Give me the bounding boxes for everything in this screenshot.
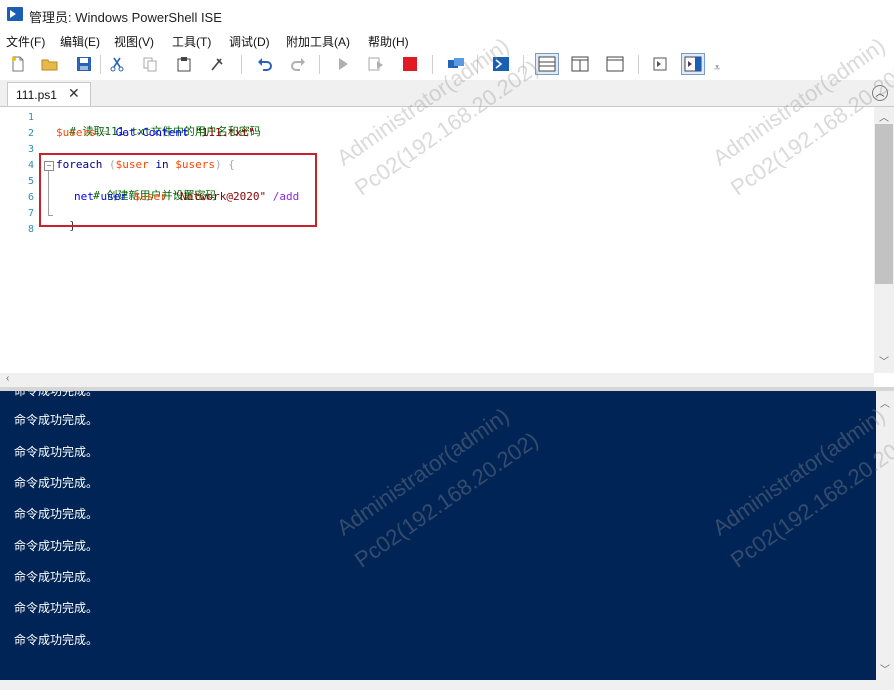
menu-bar: 文件(F) 编辑(E) 视图(V) 工具(T) 调试(D) 附加工具(A) 帮助… xyxy=(0,30,894,50)
menu-addons[interactable]: 附加工具(A) xyxy=(286,33,350,50)
powershell-app-icon xyxy=(7,7,23,21)
editor-scroll-thumb[interactable] xyxy=(875,124,893,284)
scroll-left-icon[interactable]: ‹ xyxy=(6,373,9,384)
line-number: 3 xyxy=(27,144,34,155)
close-icon[interactable]: ✕ xyxy=(68,85,80,102)
run-selection-icon[interactable] xyxy=(366,54,386,74)
scroll-down-icon[interactable]: ﹀ xyxy=(879,353,889,368)
menu-tools[interactable]: 工具(T) xyxy=(172,33,211,50)
operator: = xyxy=(95,126,116,139)
menu-help[interactable]: 帮助(H) xyxy=(368,33,409,50)
clear-icon[interactable] xyxy=(207,54,227,74)
save-icon[interactable] xyxy=(74,54,94,74)
remote-icon[interactable] xyxy=(446,54,466,74)
menu-view[interactable]: 视图(V) xyxy=(114,33,154,50)
redo-icon[interactable] xyxy=(288,54,308,74)
variable: $users xyxy=(56,126,96,139)
collapse-script-pane-icon[interactable]: ︿ xyxy=(872,85,888,101)
line-number: 1 xyxy=(27,112,34,123)
status-bar xyxy=(0,680,894,690)
scroll-down-icon[interactable]: ﹀ xyxy=(880,661,890,676)
line-number: 7 xyxy=(27,208,34,219)
title-bar: 管理员: Windows PowerShell ISE xyxy=(0,0,894,30)
layout-right-icon[interactable] xyxy=(570,54,590,74)
console-output-line: 命令成功完成。 xyxy=(14,539,99,553)
console-output-line: 命令成功完成。 xyxy=(14,507,99,521)
stop-icon[interactable] xyxy=(400,54,420,74)
console-output-line: 命令成功完成。 xyxy=(14,445,99,459)
toolbar: ⩡ xyxy=(0,50,894,78)
line-number: 4 xyxy=(27,160,34,171)
command: Get-Content xyxy=(115,126,189,139)
highlight-annotation-box xyxy=(39,153,317,227)
layout-max-icon[interactable] xyxy=(605,54,625,74)
console-pane[interactable]: 命令成功完成。 命令成功完成。 命令成功完成。 命令成功完成。 命令成功完成。 … xyxy=(0,391,876,680)
line-number: 8 xyxy=(27,224,34,235)
scroll-up-icon[interactable]: ︿ xyxy=(879,109,889,124)
script-editor[interactable] xyxy=(0,107,874,373)
cut-icon[interactable] xyxy=(107,54,127,74)
menu-debug[interactable]: 调试(D) xyxy=(229,33,270,50)
menu-edit[interactable]: 编辑(E) xyxy=(60,33,100,50)
console-output-line: 命令成功完成。 xyxy=(14,570,99,584)
string: "111.txt" xyxy=(188,126,255,139)
console-output-line: 命令成功完成。 xyxy=(14,601,99,615)
editor-horizontal-scrollbar[interactable]: ‹ xyxy=(0,373,874,387)
copy-icon[interactable] xyxy=(140,54,160,74)
line-number: 2 xyxy=(27,128,34,139)
run-icon[interactable] xyxy=(333,54,353,74)
line-number: 5 xyxy=(27,176,34,187)
line-number: 6 xyxy=(27,192,34,203)
show-script-icon[interactable] xyxy=(650,54,670,74)
show-commands-icon[interactable] xyxy=(681,53,705,75)
console-output-line: 命令成功完成。 xyxy=(14,476,99,490)
script-tab-strip: 111.ps1 ✕ xyxy=(0,80,894,107)
toolbar-overflow-icon[interactable]: ⩡ xyxy=(714,62,720,75)
console-output-line: 命令成功完成。 xyxy=(14,633,99,647)
scroll-up-icon[interactable]: ︿ xyxy=(880,395,890,410)
console-vertical-scrollbar[interactable]: ︿ ﹀ xyxy=(876,391,894,680)
undo-icon[interactable] xyxy=(255,54,275,74)
open-icon[interactable] xyxy=(40,54,60,74)
paste-icon[interactable] xyxy=(174,54,194,74)
menu-file[interactable]: 文件(F) xyxy=(6,33,45,50)
tab-label: 111.ps1 xyxy=(16,88,57,102)
console-output-line: 命令成功完成。 xyxy=(14,413,99,427)
layout-top-icon[interactable] xyxy=(535,53,559,75)
powershell-icon[interactable] xyxy=(491,54,511,74)
new-icon[interactable] xyxy=(8,54,28,74)
console-output-line: 命令成功完成。 xyxy=(14,391,99,398)
code-line-2: $users = Get-Content "111.txt" xyxy=(56,126,255,139)
tab-111-ps1[interactable]: 111.ps1 ✕ xyxy=(7,82,91,106)
window-title: 管理员: Windows PowerShell ISE xyxy=(29,10,222,25)
